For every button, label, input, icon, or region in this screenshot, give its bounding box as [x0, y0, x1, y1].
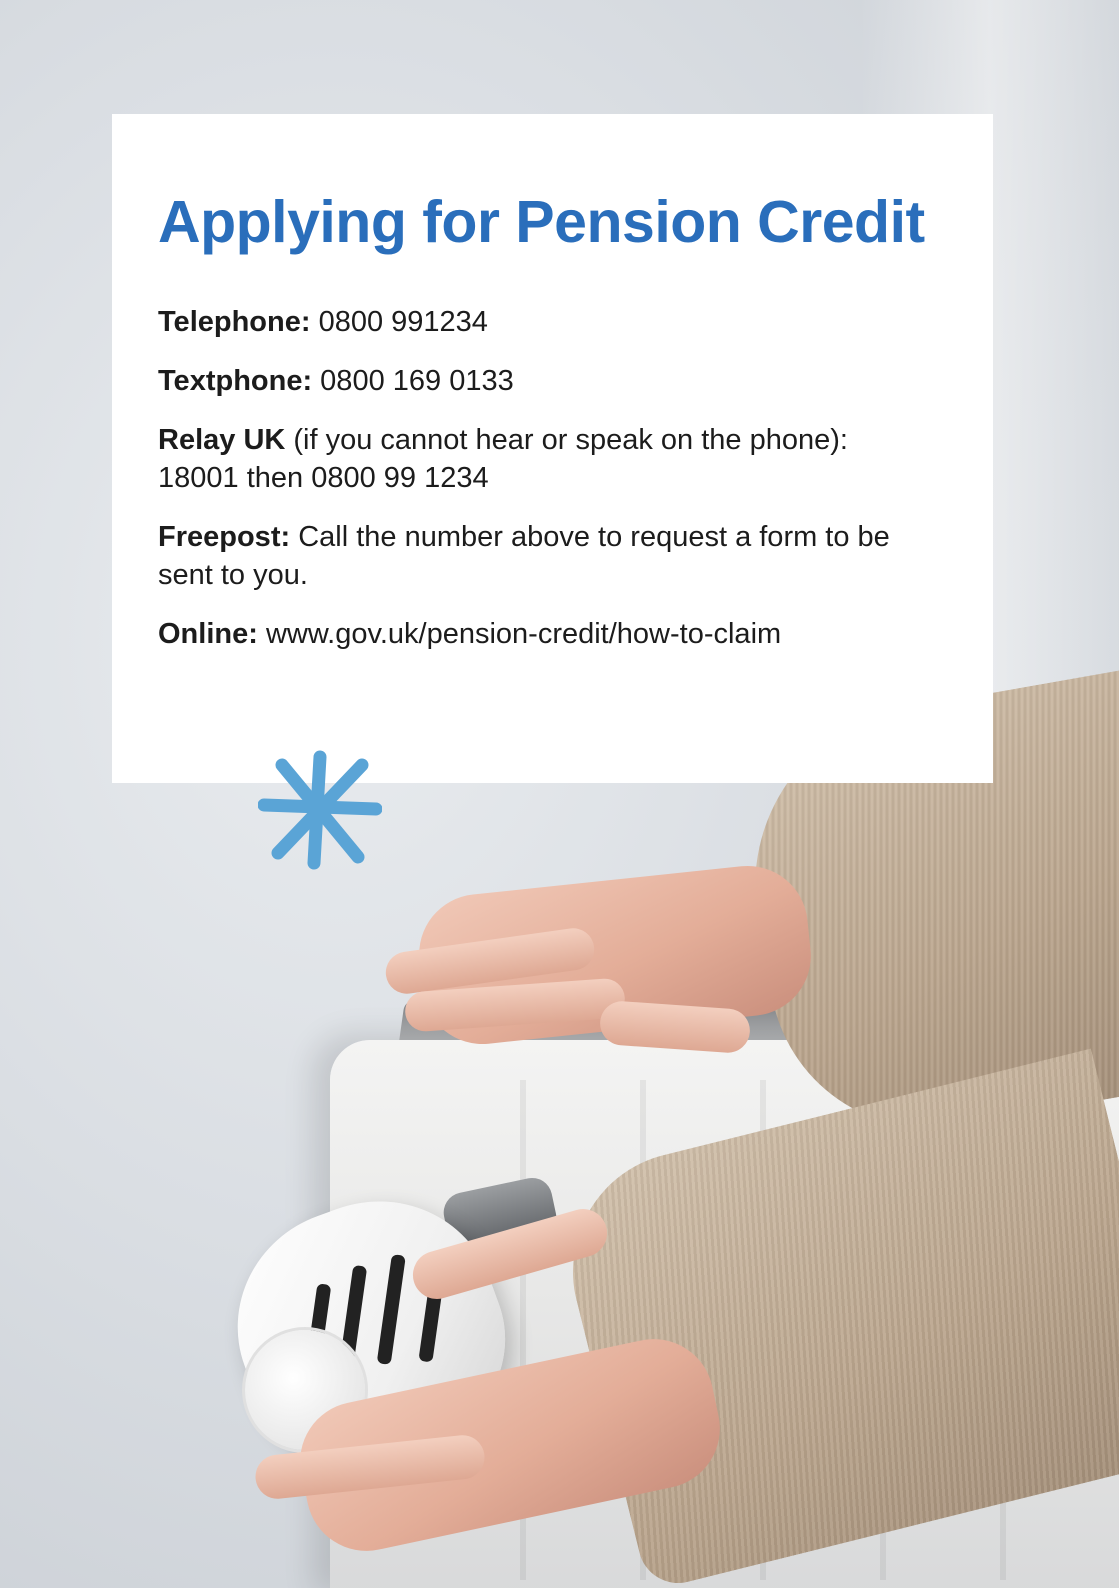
textphone-number: 0800 169 0133: [312, 364, 514, 397]
online-label: Online:: [158, 617, 258, 650]
asterisk-icon: [258, 750, 382, 870]
telephone-number: 0800 991234: [310, 305, 488, 338]
textphone-label: Textphone:: [158, 364, 313, 397]
page-title: Applying for Pension Credit: [158, 189, 925, 255]
textphone-row: Textphone: 0800 169 0133: [158, 362, 918, 400]
freepost-row: Freepost: Call the number above to reque…: [158, 518, 918, 594]
telephone-row: Telephone: 0800 991234: [158, 303, 918, 341]
online-row: Online: www.gov.uk/pension-credit/how-to…: [158, 615, 918, 653]
relay-uk-row: Relay UK (if you cannot hear or speak on…: [158, 421, 918, 497]
relay-uk-label: Relay UK: [158, 423, 286, 456]
info-card: Applying for Pension Credit Telephone: 0…: [112, 114, 993, 783]
freepost-label: Freepost:: [158, 520, 291, 553]
telephone-label: Telephone:: [158, 305, 311, 338]
valve-slot: [376, 1254, 406, 1365]
online-url: www.gov.uk/pension-credit/how-to-claim: [257, 617, 782, 650]
